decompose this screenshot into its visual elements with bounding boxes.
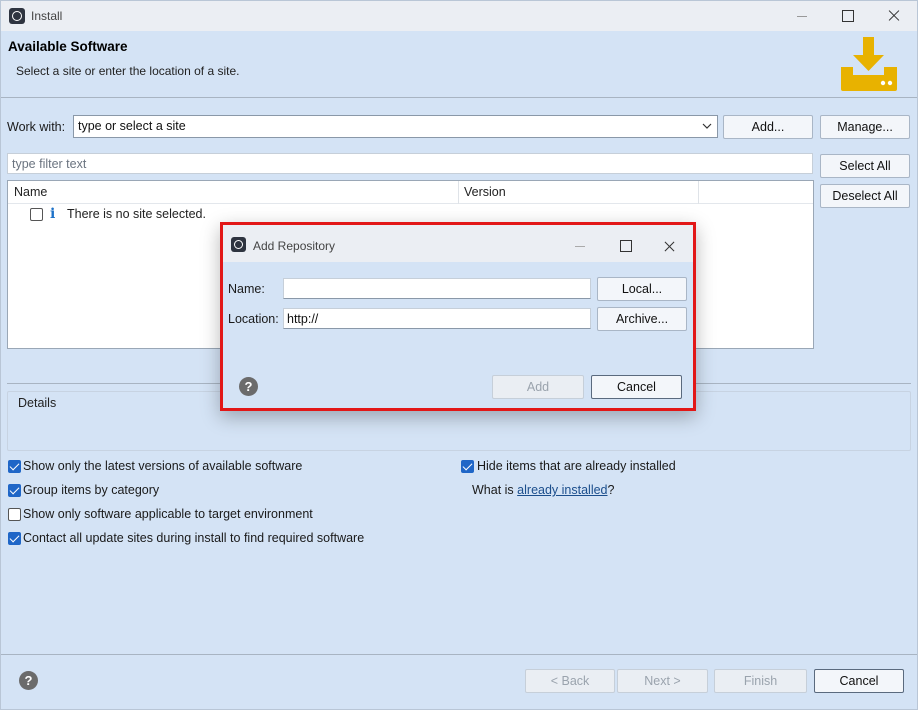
next-button[interactable]: Next > [617,669,708,693]
column-divider [458,181,459,204]
dialog-add-button[interactable]: Add [492,375,584,399]
cancel-button[interactable]: Cancel [814,669,904,693]
header-separator [1,97,917,98]
column-header-name[interactable]: Name [14,185,47,199]
contact-all-sites-label[interactable]: Contact all update sites during install … [23,531,364,545]
dialog-minimize-button[interactable] [557,227,603,260]
work-with-combo[interactable]: type or select a site [73,115,718,138]
back-button[interactable]: < Back [525,669,615,693]
show-latest-label[interactable]: Show only the latest versions of availab… [23,459,302,473]
window-title: Install [31,9,63,23]
page-title: Available Software [8,39,128,54]
what-is-suffix: ? [607,483,615,497]
table-row-text: There is no site selected. [67,207,206,221]
chevron-down-icon [702,123,712,129]
table-header: Name Version [8,181,813,204]
local-button[interactable]: Local... [597,277,687,301]
info-icon: i [50,206,56,222]
manage-sites-button[interactable]: Manage... [820,115,910,139]
eclipse-icon [9,8,25,24]
archive-button[interactable]: Archive... [597,307,687,331]
add-repository-dialog: Add Repository Name: Local... Location: … [220,222,696,411]
maximize-button[interactable] [825,1,871,31]
dialog-help-icon[interactable]: ? [239,377,258,396]
dialog-title: Add Repository [253,239,336,253]
what-is-installed-text: What is already installed? [472,483,614,497]
work-with-value: type or select a site [78,119,186,133]
row-checkbox[interactable] [30,208,43,221]
location-label: Location: [228,312,279,326]
filter-input[interactable]: type filter text [7,153,813,174]
column-header-version[interactable]: Version [464,185,506,199]
eclipse-icon [231,237,246,252]
dialog-maximize-button[interactable] [603,227,649,260]
select-all-button[interactable]: Select All [820,154,910,178]
show-applicable-checkbox[interactable] [8,508,21,521]
minimize-button[interactable] [779,1,825,31]
what-is-prefix: What is [472,483,514,497]
details-label: Details [17,396,58,410]
show-applicable-label[interactable]: Show only software applicable to target … [23,507,313,521]
work-with-label: Work with: [7,120,66,134]
finish-button[interactable]: Finish [714,669,807,693]
footer-separator [1,654,917,655]
dialog-title-bar: Add Repository [223,225,693,262]
group-by-category-checkbox[interactable] [8,484,21,497]
show-latest-checkbox[interactable] [8,460,21,473]
download-icon [841,37,897,91]
page-subtitle: Select a site or enter the location of a… [16,64,240,78]
add-site-button[interactable]: Add... [723,115,813,139]
name-field[interactable] [283,278,591,299]
dialog-close-button[interactable] [647,227,693,260]
hide-installed-label[interactable]: Hide items that are already installed [477,459,676,473]
contact-all-sites-checkbox[interactable] [8,532,21,545]
dialog-cancel-button[interactable]: Cancel [591,375,682,399]
column-divider [698,181,699,204]
location-field[interactable]: http:// [283,308,591,329]
close-button[interactable] [871,1,917,31]
hide-installed-checkbox[interactable] [461,460,474,473]
filter-placeholder: type filter text [12,157,87,171]
already-installed-link[interactable]: already installed [517,483,607,497]
title-bar: Install [1,1,917,31]
location-value: http:// [287,312,319,326]
help-icon[interactable]: ? [19,671,38,690]
name-label: Name: [228,282,265,296]
group-by-category-label[interactable]: Group items by category [23,483,159,497]
deselect-all-button[interactable]: Deselect All [820,184,910,208]
